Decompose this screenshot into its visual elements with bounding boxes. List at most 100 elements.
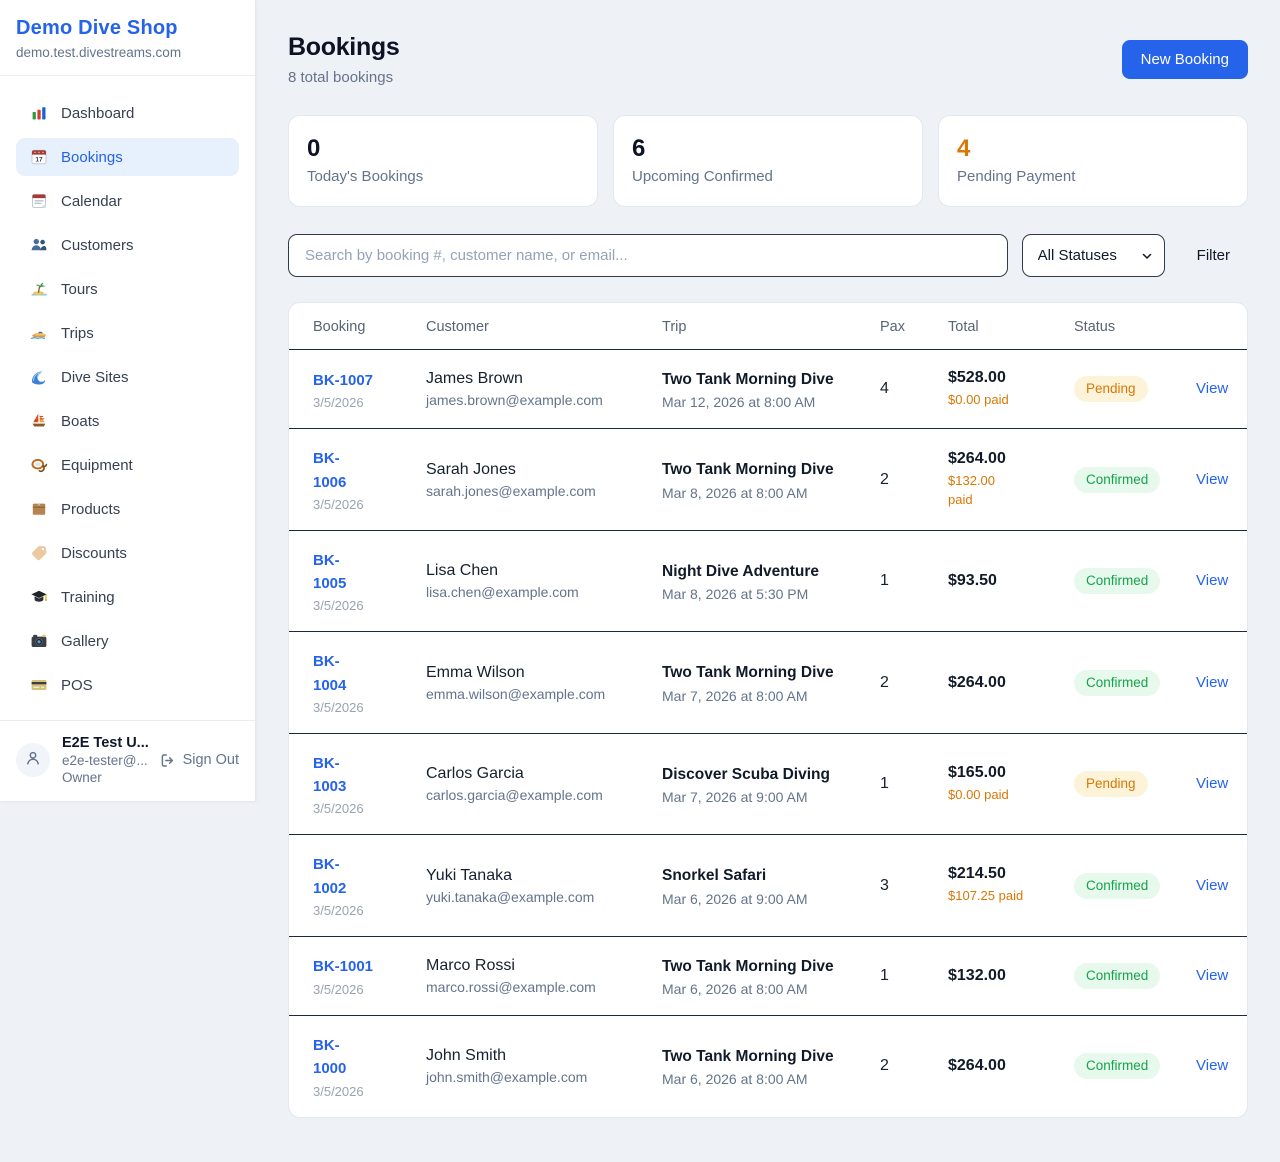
tours-icon (29, 280, 48, 299)
sidebar-item-equipment[interactable]: Equipment (16, 446, 239, 484)
new-booking-button[interactable]: New Booking (1122, 40, 1248, 79)
shop-name: Demo Dive Shop (16, 17, 239, 40)
sidebar-item-tours[interactable]: Tours (16, 270, 239, 308)
search-input[interactable] (288, 234, 1008, 277)
dashboard-icon (29, 104, 48, 123)
sidebar-item-customers[interactable]: Customers (16, 226, 239, 264)
boats-icon (29, 412, 48, 431)
sidebar-item-discounts[interactable]: Discounts (16, 534, 239, 572)
paid-amount: $107.25 paid (948, 887, 1023, 906)
user-icon (23, 748, 43, 773)
sidebar-item-dashboard[interactable]: Dashboard (16, 94, 239, 132)
sidebar: Demo Dive Shop demo.test.divestreams.com… (0, 0, 256, 801)
booking-date: 3/5/2026 (313, 903, 412, 918)
booking-link[interactable]: BK-1004 (313, 650, 361, 697)
products-icon (29, 500, 48, 519)
trip-datetime: Mar 8, 2026 at 5:30 PM (662, 586, 866, 602)
trip-datetime: Mar 7, 2026 at 9:00 AM (662, 789, 866, 805)
booking-link[interactable]: BK-1001 (313, 955, 373, 978)
view-link[interactable]: View (1196, 877, 1228, 894)
sidebar-user-section: E2E Test U... e2e-tester@... Owner Sign … (0, 720, 255, 801)
customer-name: Marco Rossi (426, 957, 648, 975)
status-select[interactable]: All Statuses (1022, 234, 1165, 277)
sidebar-item-bookings[interactable]: 17 Bookings (16, 138, 239, 176)
booking-link[interactable]: BK-1005 (313, 549, 361, 596)
paid-amount: $0.00 paid (948, 786, 1009, 805)
view-link[interactable]: View (1196, 775, 1228, 792)
column-header-trip: Trip (662, 303, 880, 350)
table-row: BK-1000 3/5/2026 John Smith john.smith@e… (289, 1016, 1248, 1117)
view-link[interactable]: View (1196, 967, 1228, 984)
status-badge: Confirmed (1074, 963, 1160, 989)
pax-value: 1 (880, 936, 948, 1015)
total-amount: $264.00 (948, 674, 1060, 692)
user-info: E2E Test U... e2e-tester@... Owner (62, 735, 147, 785)
status-select-wrap: All Statuses (1022, 234, 1165, 277)
sidebar-item-training[interactable]: Training (16, 578, 239, 616)
customer-name: Carlos Garcia (426, 765, 648, 783)
pax-value: 3 (880, 835, 948, 937)
view-link[interactable]: View (1196, 572, 1228, 589)
pos-icon (29, 676, 48, 695)
filter-button[interactable]: Filter (1179, 247, 1248, 264)
sign-out-button[interactable]: Sign Out (159, 752, 239, 769)
customer-email: carlos.garcia@example.com (426, 787, 648, 803)
paid-amount: $0.00 paid (948, 391, 1009, 410)
trip-datetime: Mar 6, 2026 at 8:00 AM (662, 1071, 866, 1087)
status-badge: Confirmed (1074, 467, 1160, 493)
stat-value: 0 (307, 135, 579, 163)
customer-email: yuki.tanaka@example.com (426, 889, 648, 905)
sidebar-item-gallery[interactable]: Gallery (16, 622, 239, 660)
sidebar-item-pos[interactable]: POS (16, 666, 239, 704)
customer-email: lisa.chen@example.com (426, 584, 648, 600)
view-link[interactable]: View (1196, 1057, 1228, 1074)
view-link[interactable]: View (1196, 380, 1228, 397)
trip-name: Two Tank Morning Dive (662, 661, 838, 684)
stat-card-todays-bookings: 0 Today's Bookings (288, 115, 598, 207)
customer-name: James Brown (426, 370, 648, 388)
stat-value: 4 (957, 135, 1229, 163)
page-header: Bookings 8 total bookings New Booking (288, 33, 1248, 86)
bookings-icon: 17 (29, 148, 48, 167)
total-amount: $528.00 (948, 369, 1060, 387)
equipment-icon (29, 456, 48, 475)
sidebar-item-calendar[interactable]: Calendar (16, 182, 239, 220)
trip-name: Two Tank Morning Dive (662, 955, 838, 978)
booking-link[interactable]: BK-1007 (313, 369, 373, 392)
trip-name: Snorkel Safari (662, 864, 838, 887)
customer-email: john.smith@example.com (426, 1069, 648, 1085)
total-amount: $165.00 (948, 764, 1060, 782)
view-link[interactable]: View (1196, 471, 1228, 488)
pax-value: 2 (880, 1016, 948, 1117)
sidebar-item-dive-sites[interactable]: Dive Sites (16, 358, 239, 396)
user-email: e2e-tester@... (62, 753, 147, 768)
customer-name: Emma Wilson (426, 664, 648, 682)
user-name: E2E Test U... (62, 735, 147, 751)
trip-datetime: Mar 6, 2026 at 8:00 AM (662, 981, 866, 997)
column-header-total: Total (948, 303, 1074, 350)
booking-link[interactable]: BK-1002 (313, 853, 361, 900)
shop-domain: demo.test.divestreams.com (16, 45, 239, 60)
total-amount: $93.50 (948, 572, 1060, 590)
column-header-booking: Booking (289, 303, 426, 350)
booking-link[interactable]: BK-1006 (313, 447, 361, 494)
table-row: BK-1007 3/5/2026 James Brown james.brown… (289, 350, 1248, 429)
status-badge: Pending (1074, 376, 1148, 402)
trip-name: Two Tank Morning Dive (662, 1045, 838, 1068)
pax-value: 2 (880, 632, 948, 734)
sidebar-item-boats[interactable]: Boats (16, 402, 239, 440)
stat-label: Pending Payment (957, 168, 1229, 185)
booking-date: 3/5/2026 (313, 1084, 412, 1099)
booking-link[interactable]: BK-1000 (313, 1034, 361, 1081)
sidebar-item-products[interactable]: Products (16, 490, 239, 528)
pax-value: 2 (880, 429, 948, 531)
booking-link[interactable]: BK-1003 (313, 752, 361, 799)
trip-name: Night Dive Adventure (662, 560, 838, 583)
training-icon (29, 588, 48, 607)
view-link[interactable]: View (1196, 674, 1228, 691)
trip-datetime: Mar 6, 2026 at 9:00 AM (662, 891, 866, 907)
stat-label: Upcoming Confirmed (632, 168, 904, 185)
gallery-icon (29, 632, 48, 651)
sidebar-item-trips[interactable]: Trips (16, 314, 239, 352)
page-subtitle: 8 total bookings (288, 69, 400, 86)
